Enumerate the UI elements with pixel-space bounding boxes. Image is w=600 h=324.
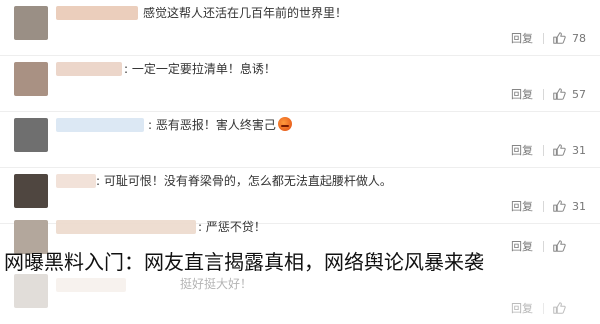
comment-item: : 一定一定要拉清单！息诱！ 回复 57 (0, 56, 600, 112)
comment-actions: 回复 31 (511, 198, 586, 214)
like-count: 57 (572, 87, 586, 101)
comment-item: 感觉这帮人还活在几百年前的世界里！ 回复 78 (0, 0, 600, 56)
comment-text-content: : 恶有恶报！害人终害己 (148, 118, 276, 132)
username-blurred[interactable] (56, 220, 196, 234)
like-count: 31 (572, 199, 586, 213)
username-blurred[interactable] (56, 174, 96, 188)
comment-text: 挺好挺大好！ (180, 277, 253, 291)
comment-actions: 回复 57 (511, 86, 586, 102)
like-count: 31 (572, 143, 586, 157)
comment-item: : 恶有恶报！害人终害己 回复 31 (0, 112, 600, 168)
comment-text: : 可耻可恨！没有脊梁骨的，怎么都无法直起腰杆做人。 (96, 174, 392, 188)
comment-text: : 恶有恶报！害人终害己 (148, 117, 292, 133)
avatar[interactable] (14, 6, 48, 40)
username-blurred[interactable] (56, 118, 144, 132)
like-count: 78 (572, 31, 586, 45)
comment-text: : 一定一定要拉清单！息诱！ (124, 62, 276, 76)
divider (543, 200, 544, 212)
reply-button[interactable]: 回复 (511, 142, 533, 158)
thumbs-up-icon[interactable] (552, 31, 566, 45)
comment-item: 挺好挺大好！ 回复 (0, 268, 600, 324)
angry-face-icon (277, 117, 292, 131)
reply-button[interactable]: 回复 (511, 300, 533, 316)
username-blurred[interactable] (56, 6, 138, 20)
comment-text: : 严惩不贷！ (198, 220, 266, 234)
comment-actions: 回复 (511, 300, 586, 316)
avatar[interactable] (14, 274, 48, 308)
avatar[interactable] (14, 62, 48, 96)
divider (543, 88, 544, 100)
reply-button[interactable]: 回复 (511, 198, 533, 214)
comment-actions: 回复 78 (511, 30, 586, 46)
thumbs-up-icon[interactable] (552, 301, 566, 315)
avatar[interactable] (14, 174, 48, 208)
reply-button[interactable]: 回复 (511, 86, 533, 102)
divider (543, 144, 544, 156)
divider (543, 32, 544, 44)
overlay-caption: 网曝黑料入门：网友直言揭露真相，网络舆论风暴来袭 (4, 250, 484, 274)
comment-text: 感觉这帮人还活在几百年前的世界里！ (143, 6, 348, 20)
avatar[interactable] (14, 118, 48, 152)
thumbs-up-icon[interactable] (552, 199, 566, 213)
username-blurred[interactable] (56, 62, 122, 76)
thumbs-up-icon[interactable] (552, 143, 566, 157)
comment-actions: 回复 31 (511, 142, 586, 158)
reply-button[interactable]: 回复 (511, 30, 533, 46)
username-blurred[interactable] (56, 278, 126, 292)
divider (543, 302, 544, 314)
thumbs-up-icon[interactable] (552, 87, 566, 101)
